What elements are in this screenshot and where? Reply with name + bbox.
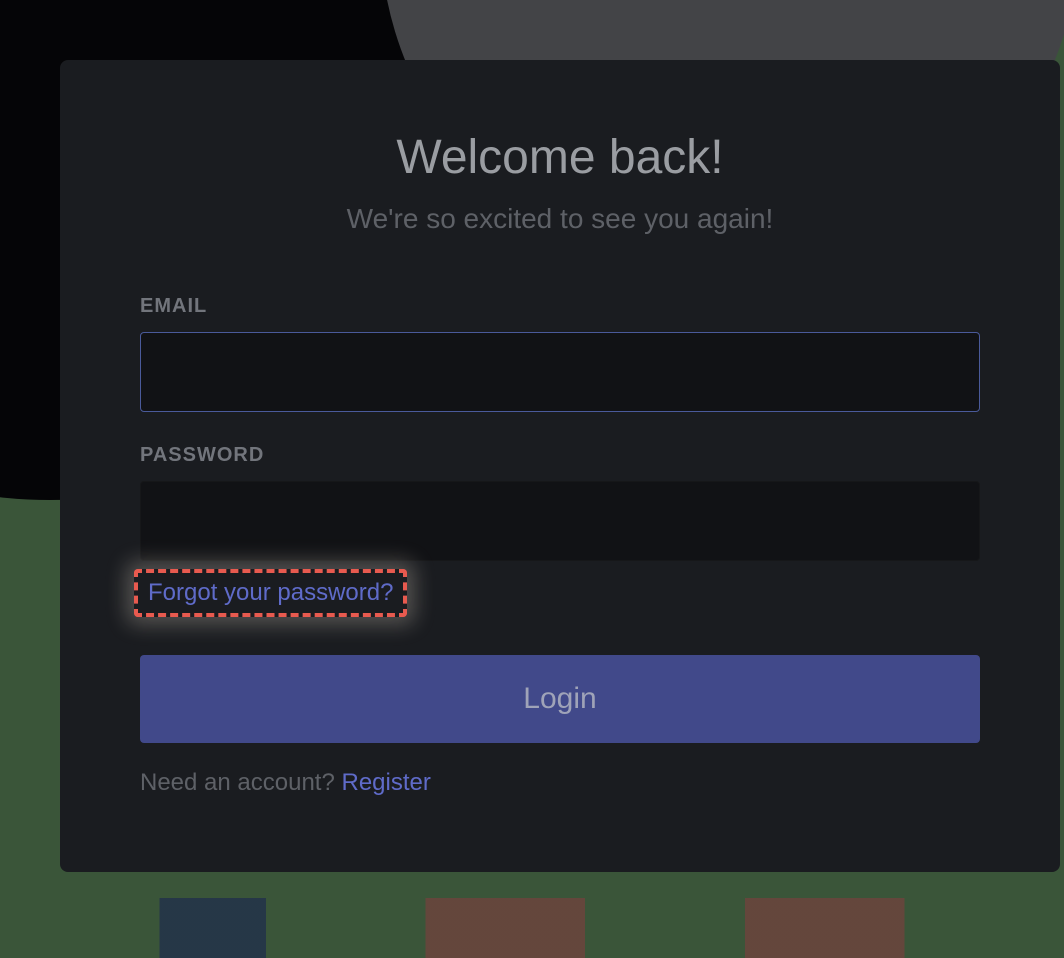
forgot-password-wrapper: Forgot your password? [134,569,407,617]
password-field-group: PASSWORD [140,444,980,561]
register-row: Need an account? Register [140,769,980,797]
email-input[interactable] [140,332,980,412]
email-label: EMAIL [140,295,980,318]
email-field-group: EMAIL [140,295,980,412]
register-link[interactable]: Register [341,769,430,796]
password-label: PASSWORD [140,444,980,467]
login-button[interactable]: Login [140,655,980,743]
welcome-heading: Welcome back! [140,130,980,185]
forgot-password-link[interactable]: Forgot your password? [148,579,393,606]
register-prompt: Need an account? [140,769,341,796]
password-input[interactable] [140,481,980,561]
welcome-subheading: We're so excited to see you again! [140,203,980,235]
login-card: Welcome back! We're so excited to see yo… [60,60,1060,872]
